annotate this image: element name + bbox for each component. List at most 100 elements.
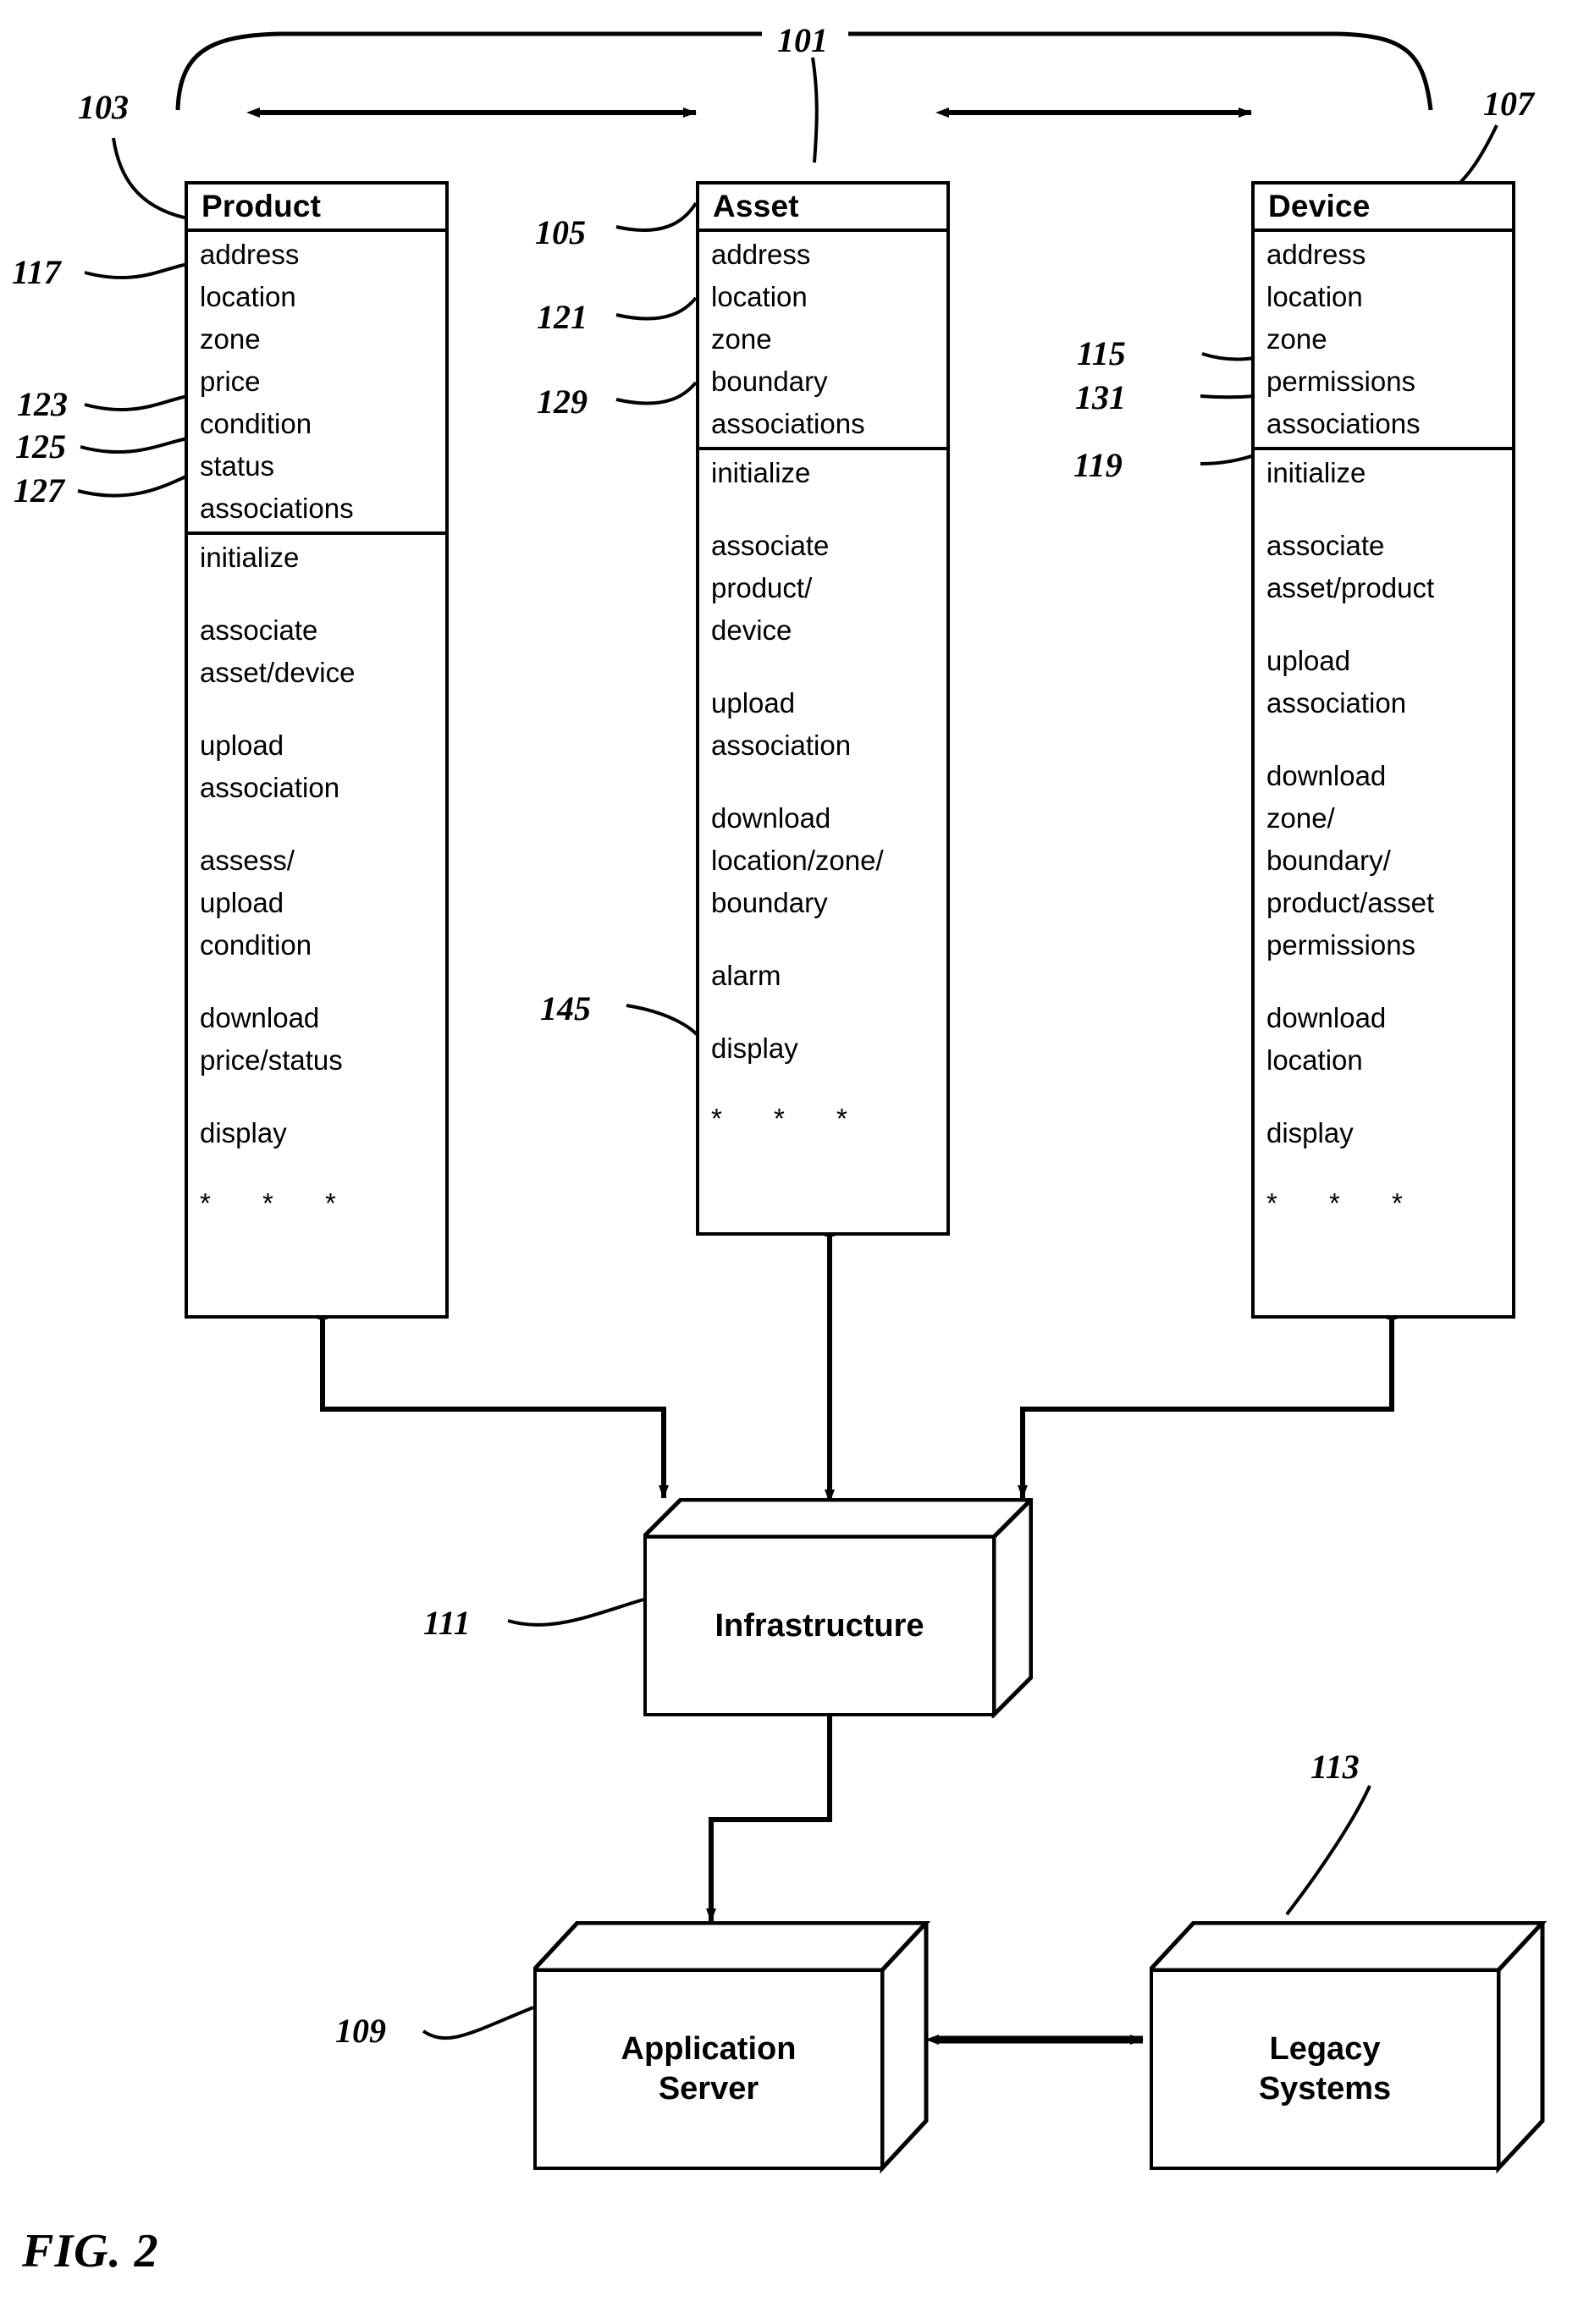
operation-row: association [711, 730, 852, 761]
operation-row: alarm [711, 960, 781, 991]
class-title-device: Device [1255, 184, 1512, 232]
attribute-row: location [1266, 281, 1363, 312]
patent-figure-2: Product address location zone price cond… [0, 0, 1578, 2324]
operation-group: download location/zone/ boundary [711, 797, 946, 924]
operation-group: assess/ upload condition [200, 840, 445, 966]
operation-row: association [200, 772, 340, 803]
class-operations-asset: initialize associate product/ device upl… [699, 450, 946, 1143]
operation-row: initialize [200, 542, 300, 573]
operation-row: location [1266, 1044, 1363, 1076]
operation-row: display [200, 1117, 287, 1148]
operation-row: display [711, 1033, 798, 1064]
operation-group: download price/status [200, 997, 445, 1082]
attribute-row: address [200, 239, 300, 270]
node-application-server[interactable]: Application Server [533, 1921, 931, 2175]
operation-row: associate [1266, 530, 1385, 561]
operation-row: associate [711, 530, 830, 561]
operation-group: associate asset/device [200, 609, 445, 694]
class-operations-device: initialize associate asset/product uploa… [1255, 450, 1512, 1227]
operation-group: initialize [1266, 452, 1512, 494]
reference-numeral-119: 119 [1073, 446, 1123, 484]
reference-numeral-115: 115 [1077, 334, 1126, 372]
application-server-label: Application Server [621, 2031, 797, 2106]
class-box-asset[interactable]: Asset address location zone boundary ass… [696, 181, 950, 1236]
reference-numeral-121: 121 [537, 298, 588, 336]
operation-row: permissions [1266, 929, 1416, 961]
legacy-systems-front-face: Legacy Systems [1150, 1969, 1500, 2170]
operation-row: asset/device [200, 657, 356, 688]
reference-numeral-123: 123 [17, 385, 68, 423]
reference-numeral-129: 129 [537, 383, 588, 421]
class-attributes-device: address location zone permissions associ… [1255, 232, 1512, 450]
class-title-asset: Asset [699, 184, 946, 232]
attribute-row: associations [711, 408, 865, 439]
figure-caption: FIG. 2 [22, 2225, 159, 2277]
reference-numeral-107: 107 [1483, 85, 1534, 123]
operation-row: association [1266, 687, 1407, 719]
attribute-row: location [711, 281, 808, 312]
reference-numeral-127: 127 [14, 471, 64, 509]
reference-numeral-113: 113 [1310, 1748, 1360, 1786]
reference-numeral-109: 109 [335, 2012, 386, 2050]
operation-row: zone/ [1266, 802, 1335, 834]
operation-group: upload association [200, 724, 445, 809]
infrastructure-front-face: Infrastructure [643, 1535, 996, 1716]
operation-row: condition [200, 929, 312, 961]
operation-group: associate asset/product [1266, 525, 1512, 609]
node-infrastructure[interactable]: Infrastructure [643, 1498, 1033, 1718]
attribute-row: address [1266, 239, 1366, 270]
operation-group: initialize [200, 537, 445, 579]
class-title-product: Product [188, 184, 445, 232]
application-server-front-face: Application Server [533, 1969, 884, 2170]
operation-row: upload [200, 730, 284, 761]
operation-group: upload association [1266, 640, 1512, 724]
class-attributes-product: address location zone price condition st… [188, 232, 445, 535]
attribute-row: condition [200, 408, 312, 439]
attribute-row: zone [711, 323, 772, 355]
attribute-row: associations [200, 493, 354, 524]
reference-numeral-111: 111 [423, 1604, 471, 1642]
legacy-systems-label: Legacy Systems [1258, 2031, 1392, 2106]
operation-row: initialize [1266, 457, 1366, 488]
operation-group: download zone/ boundary/ product/asset p… [1266, 755, 1512, 966]
operation-row: upload [1266, 645, 1351, 676]
ellipsis-marker: * * * [711, 1103, 869, 1134]
operation-row: download [200, 1002, 320, 1033]
attribute-row: zone [200, 323, 261, 355]
class-attributes-asset: address location zone boundary associati… [699, 232, 946, 450]
reference-numeral-117: 117 [12, 253, 61, 291]
operation-group: initialize [711, 452, 946, 494]
operation-row: upload [711, 687, 796, 719]
attribute-row: permissions [1266, 366, 1416, 397]
operation-row: price/status [200, 1044, 343, 1076]
operation-row: initialize [711, 457, 811, 488]
operation-row: assess/ [200, 845, 295, 876]
operation-row: download [1266, 1002, 1387, 1033]
operation-row: product/asset [1266, 887, 1435, 918]
operation-row: download [1266, 760, 1387, 791]
attribute-row: status [200, 450, 275, 482]
attribute-row: location [200, 281, 296, 312]
operation-group: associate product/ device [711, 525, 946, 652]
attribute-row: associations [1266, 408, 1421, 439]
infrastructure-appserver-link [706, 1697, 835, 1922]
attribute-row: boundary [711, 366, 828, 397]
attribute-row: address [711, 239, 811, 270]
ellipsis-marker: * * * [200, 1187, 358, 1219]
class-box-product[interactable]: Product address location zone price cond… [185, 181, 449, 1319]
operation-group: download location [1266, 997, 1512, 1082]
reference-numeral-125: 125 [15, 427, 66, 465]
reference-numeral-145: 145 [540, 989, 591, 1027]
operation-group: display [711, 1027, 946, 1070]
operation-row: associate [200, 614, 318, 646]
infrastructure-label: Infrastructure [715, 1607, 924, 1644]
reference-numeral-101: 101 [777, 21, 828, 59]
operation-group: display [200, 1112, 445, 1154]
reference-numeral-131: 131 [1075, 378, 1126, 416]
class-box-device[interactable]: Device address location zone permissions… [1251, 181, 1515, 1319]
operation-row: product/ [711, 572, 813, 603]
node-legacy-systems[interactable]: Legacy Systems [1150, 1921, 1548, 2175]
operation-group: alarm [711, 955, 946, 997]
operation-row: device [711, 614, 792, 646]
operation-group: display [1266, 1112, 1512, 1154]
